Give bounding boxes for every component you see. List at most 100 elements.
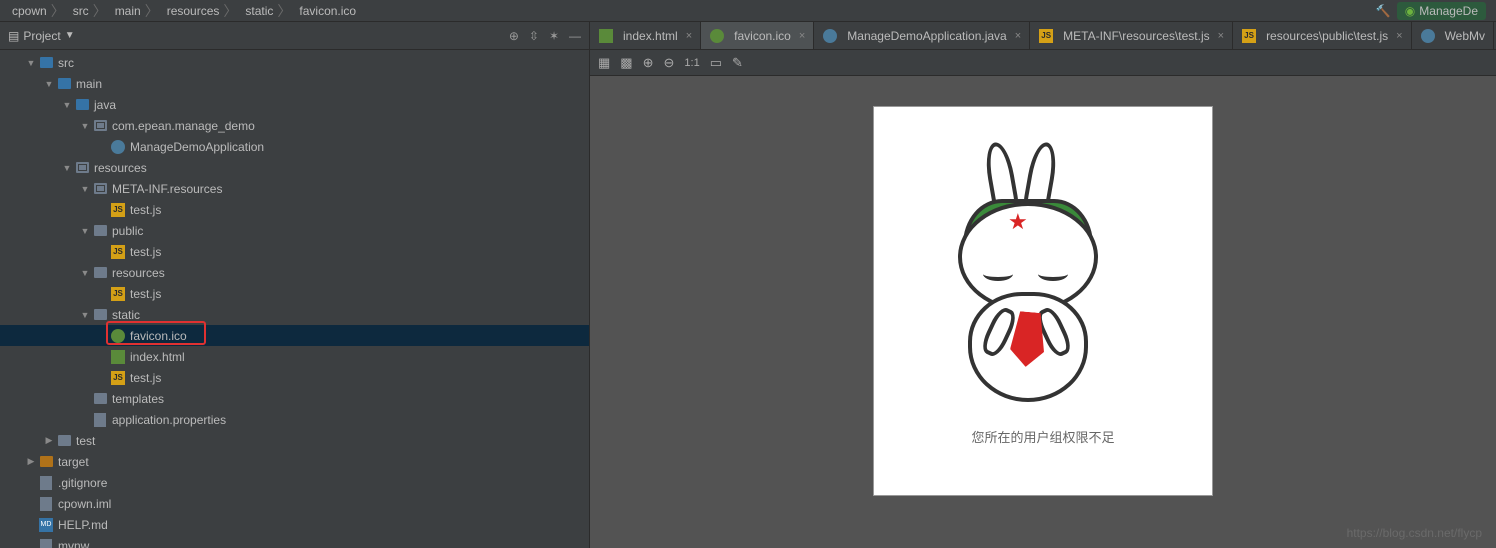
grid-icon[interactable]: ▦ [598,55,610,71]
close-icon[interactable]: × [1393,30,1402,42]
tree-label: resources [112,266,165,280]
tree-node[interactable]: index.html [0,346,589,367]
project-icon: ▤ [8,29,19,43]
image-viewport[interactable]: ★ 您所在的用户组权限不足 https://blog.csdn.net/flyc… [590,76,1496,548]
panel-title-label: Project [23,29,60,43]
editor-tab[interactable]: favicon.ico× [701,22,814,49]
folder-icon [74,97,90,113]
editor-tabs: index.html×favicon.ico×ManageDemoApplica… [590,22,1496,50]
image-preview: ★ 您所在的用户组权限不足 [873,106,1213,496]
tree-node[interactable]: application.properties [0,409,589,430]
tree-node[interactable]: JStest.js [0,367,589,388]
tree-label: static [112,308,140,322]
file-icon [38,475,54,491]
tree-node[interactable]: src [0,52,589,73]
tree-label: test.js [130,203,161,217]
tree-node[interactable]: com.epean.manage_demo [0,115,589,136]
expand-toggle[interactable] [78,268,92,278]
expand-toggle[interactable] [42,435,56,446]
tree-label: java [94,98,116,112]
tree-node[interactable]: MDHELP.md [0,514,589,535]
tab-label: resources\public\test.js [1266,29,1388,43]
editor-tab[interactable]: JSMETA-INF\resources\test.js× [1030,22,1233,49]
expand-toggle[interactable] [78,184,92,194]
zoom-out-icon[interactable]: ⊖ [664,55,675,71]
package-icon [92,181,108,197]
html-icon [110,349,126,365]
collapse-icon[interactable]: ⇳ [529,29,539,43]
panel-title[interactable]: ▤ Project ▼ [8,29,75,43]
tree-node[interactable]: favicon.ico [0,325,589,346]
tree-node[interactable]: .gitignore [0,472,589,493]
breadcrumb-label: main [115,4,141,18]
folder-icon [38,454,54,470]
expand-toggle[interactable] [78,310,92,320]
chess-icon[interactable]: ▩ [620,55,632,71]
favicon-icon [709,28,725,44]
tree-node[interactable]: cpown.iml [0,493,589,514]
breadcrumb-item[interactable]: resources [161,4,222,18]
gear-icon[interactable]: ✶ [549,29,559,43]
tab-label: ManageDemoApplication.java [847,29,1006,43]
locate-icon[interactable]: ⊕ [509,29,519,43]
tree-label: mvnw [58,539,89,548]
tree-node[interactable]: JStest.js [0,199,589,220]
breadcrumb-item[interactable]: main [109,4,143,18]
tree-node[interactable]: static [0,304,589,325]
breadcrumb-item[interactable]: cpown [6,4,49,18]
fit-icon[interactable]: ▭ [710,55,722,71]
tree-node[interactable]: target [0,451,589,472]
editor-tab[interactable]: index.html× [590,22,701,49]
editor-tab[interactable]: JSresources\public\test.js× [1233,22,1412,49]
class-icon [822,28,838,44]
tree-label: HELP.md [58,518,108,532]
expand-toggle[interactable] [78,121,92,131]
tree-label: test.js [130,245,161,259]
tree-node[interactable]: public [0,220,589,241]
breadcrumb-item[interactable]: src [67,4,91,18]
image-toolbar: ▦ ▩ ⊕ ⊖ 1:1 ▭ ✎ [590,50,1496,76]
tree-label: favicon.ico [130,329,187,343]
expand-toggle[interactable] [78,226,92,236]
tree-node[interactable]: mvnw [0,535,589,548]
editor-tab[interactable]: WebMv [1412,22,1494,49]
expand-toggle[interactable] [60,163,74,173]
tree-node[interactable]: resources [0,157,589,178]
tree-node[interactable]: java [0,94,589,115]
tree-node[interactable]: main [0,73,589,94]
close-icon[interactable]: × [796,30,805,42]
editor-tab[interactable]: ManageDemoApplication.java × [814,22,1030,49]
expand-toggle[interactable] [60,100,74,110]
project-panel: ▤ Project ▼ ⊕ ⇳ ✶ — srcmain java com.epean… [0,22,590,548]
close-icon[interactable]: × [1012,30,1021,42]
zoom-ratio[interactable]: 1:1 [684,57,699,69]
tree-label: test.js [130,371,161,385]
close-icon[interactable]: × [683,30,692,42]
close-icon[interactable]: × [1215,30,1224,42]
tree-node[interactable]: ManageDemoApplication [0,136,589,157]
watermark: https://blog.csdn.net/flycp [1347,526,1482,540]
package-icon [74,160,90,176]
run-config[interactable]: ◉ ManageDe [1397,2,1486,20]
file-icon [38,496,54,512]
tree-label: cpown.iml [58,497,111,511]
zoom-in-icon[interactable]: ⊕ [643,55,654,71]
chevron-down-icon: ▼ [65,30,75,41]
breadcrumb-item[interactable]: static [239,4,275,18]
eyedropper-icon[interactable]: ✎ [732,55,743,71]
tree-label: .gitignore [58,476,107,490]
expand-toggle[interactable] [42,79,56,89]
tree-node[interactable]: templates [0,388,589,409]
expand-toggle[interactable] [24,456,38,467]
expand-toggle[interactable] [24,58,38,68]
breadcrumb-item[interactable]: favicon.ico [293,4,358,18]
tree-node[interactable]: resources [0,262,589,283]
tree-label: target [58,455,89,469]
project-tree[interactable]: srcmain java com.epean.manage_demoManageDe… [0,50,589,548]
tree-node[interactable]: test [0,430,589,451]
tree-node[interactable]: META-INF.resources [0,178,589,199]
hammer-icon[interactable]: 🔨 [1376,4,1391,18]
tree-node[interactable]: JStest.js [0,241,589,262]
hide-icon[interactable]: — [569,29,581,43]
tree-node[interactable]: JStest.js [0,283,589,304]
